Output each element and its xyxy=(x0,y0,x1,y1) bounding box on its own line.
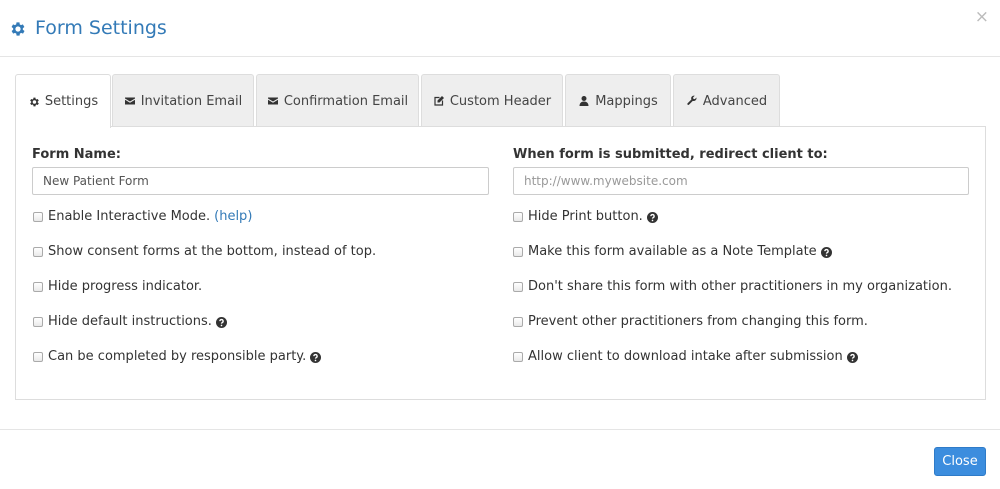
option-label: Hide Print button. xyxy=(528,209,643,224)
option-note-template[interactable]: Make this form available as a Note Templ… xyxy=(513,244,832,260)
option-dont-share[interactable]: Don't share this form with other practit… xyxy=(513,279,952,295)
tab-advanced[interactable]: Advanced xyxy=(673,74,780,127)
envelope-icon xyxy=(124,97,135,105)
option-label: Can be completed by responsible party. xyxy=(48,349,307,364)
tab-confirmation-email[interactable]: Confirmation Email xyxy=(256,74,419,127)
option-label: Hide progress indicator. xyxy=(48,279,203,294)
checkbox[interactable] xyxy=(33,317,43,327)
tab-label: Settings xyxy=(44,94,99,109)
option-label: Prevent other practitioners from changin… xyxy=(528,314,868,329)
checkbox[interactable] xyxy=(513,317,523,327)
form-name-label: Form Name: xyxy=(32,147,121,162)
gear-icon xyxy=(11,22,25,36)
close-button[interactable]: Close xyxy=(934,447,986,476)
tab-label: Mappings xyxy=(595,93,658,109)
option-hide-instructions[interactable]: Hide default instructions. xyxy=(33,314,227,330)
tab-label: Invitation Email xyxy=(140,93,243,109)
option-hide-print[interactable]: Hide Print button. xyxy=(513,209,658,225)
option-label: Hide default instructions. xyxy=(48,314,212,329)
question-circle-icon[interactable] xyxy=(820,246,832,258)
checkbox[interactable] xyxy=(513,352,523,362)
checkbox[interactable] xyxy=(33,247,43,257)
redirect-url-input[interactable] xyxy=(513,167,969,195)
checkbox[interactable] xyxy=(513,247,523,257)
tab-label: Confirmation Email xyxy=(283,93,409,109)
option-label: Show consent forms at the bottom, instea… xyxy=(48,244,377,259)
gear-icon xyxy=(29,97,39,106)
tab-invitation-email[interactable]: Invitation Email xyxy=(112,74,254,127)
settings-panel: Form Name: When form is submitted, redir… xyxy=(15,126,986,400)
question-circle-icon[interactable] xyxy=(646,211,658,223)
edit-icon xyxy=(434,96,444,106)
form-name-input[interactable] xyxy=(32,167,489,195)
redirect-label: When form is submitted, redirect client … xyxy=(513,147,828,162)
option-responsible-party[interactable]: Can be completed by responsible party. xyxy=(33,349,322,365)
question-circle-icon[interactable] xyxy=(215,316,227,328)
user-icon xyxy=(579,96,589,106)
checkbox[interactable] xyxy=(33,212,43,222)
question-circle-icon[interactable] xyxy=(846,351,858,363)
option-prevent-changes[interactable]: Prevent other practitioners from changin… xyxy=(513,314,868,330)
option-label: Make this form available as a Note Templ… xyxy=(528,244,817,259)
help-link[interactable]: (help) xyxy=(214,209,252,225)
tab-label: Custom Header xyxy=(449,93,552,109)
tab-settings[interactable]: Settings xyxy=(15,74,111,128)
tab-label: Advanced xyxy=(702,93,768,109)
modal-footer: Close xyxy=(0,429,1000,489)
wrench-icon xyxy=(687,95,697,105)
tab-custom-header[interactable]: Custom Header xyxy=(421,74,563,127)
tab-bar: Settings Invitation Email Confirmation E… xyxy=(15,74,985,128)
option-label: Enable Interactive Mode. xyxy=(48,209,211,224)
option-label: Don't share this form with other practit… xyxy=(528,279,952,294)
checkbox[interactable] xyxy=(33,352,43,362)
option-interactive-mode[interactable]: Enable Interactive Mode. (help) xyxy=(33,209,252,225)
modal-title: Form Settings xyxy=(35,17,167,39)
option-label: Allow client to download intake after su… xyxy=(528,349,843,364)
tab-mappings[interactable]: Mappings xyxy=(565,74,671,127)
checkbox[interactable] xyxy=(513,212,523,222)
option-hide-progress[interactable]: Hide progress indicator. xyxy=(33,279,202,295)
option-consent-bottom[interactable]: Show consent forms at the bottom, instea… xyxy=(33,244,376,260)
close-icon[interactable]: × xyxy=(975,9,989,26)
option-allow-download[interactable]: Allow client to download intake after su… xyxy=(513,349,858,365)
modal-header: Form Settings × xyxy=(0,0,1000,57)
checkbox[interactable] xyxy=(33,282,43,292)
checkbox[interactable] xyxy=(513,282,523,292)
envelope-icon xyxy=(267,97,278,105)
question-circle-icon[interactable] xyxy=(310,351,322,363)
